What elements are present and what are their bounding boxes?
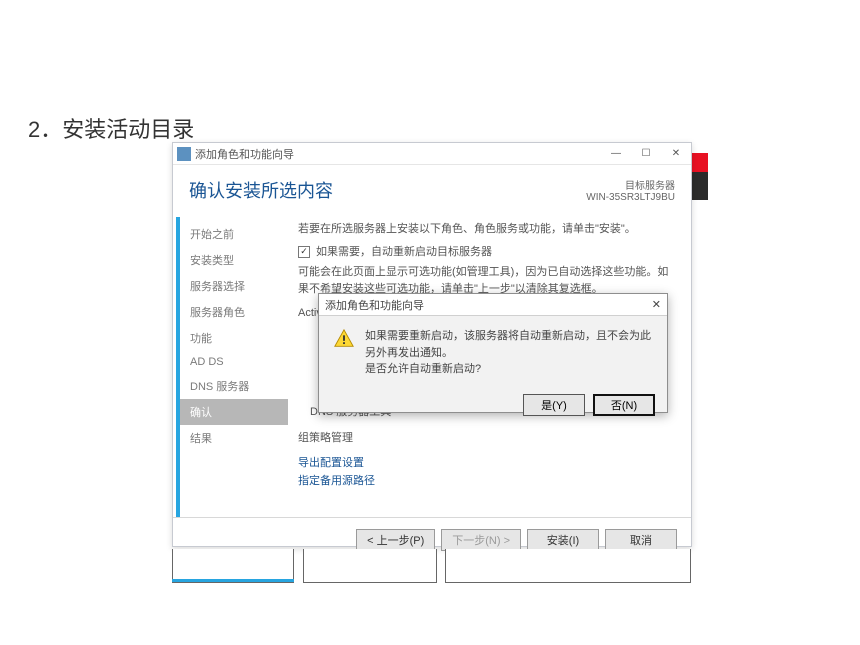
sidebar-item-server-roles[interactable]: 服务器角色 — [180, 299, 288, 325]
lower-panel-mid — [303, 549, 437, 583]
server-name: WIN-35SR3LTJ9BU — [586, 192, 675, 203]
background-close-button — [690, 153, 708, 173]
dialog-title: 添加角色和功能向导 — [325, 297, 424, 313]
window-control-group: — ☐ ✕ — [601, 143, 691, 165]
app-icon — [177, 147, 191, 161]
feature-gpo: 组策略管理 — [298, 430, 673, 447]
sidebar-item-server-selection[interactable]: 服务器选择 — [180, 273, 288, 299]
wizard-sidebar: 开始之前 安装类型 服务器选择 服务器角色 功能 AD DS DNS 服务器 确… — [176, 217, 288, 517]
install-button[interactable]: 安装(I) — [527, 529, 599, 551]
alt-source-link[interactable]: 指定备用源路径 — [298, 473, 673, 490]
dialog-message-line2: 是否允许自动重新启动? — [365, 363, 481, 375]
yes-button[interactable]: 是(Y) — [523, 394, 585, 416]
sidebar-item-dns[interactable]: DNS 服务器 — [180, 373, 288, 399]
sidebar-item-features[interactable]: 功能 — [180, 325, 288, 351]
restart-checkbox-label: 如果需要，自动重新启动目标服务器 — [316, 244, 492, 261]
window-title: 添加角色和功能向导 — [195, 146, 294, 162]
close-button[interactable]: ✕ — [661, 143, 691, 165]
sidebar-item-ad-ds[interactable]: AD DS — [180, 351, 288, 373]
restart-checkbox[interactable]: ✓ — [298, 246, 310, 258]
warning-icon — [333, 328, 355, 350]
no-button[interactable]: 否(N) — [593, 394, 655, 416]
lower-panel-right-text — [451, 552, 555, 568]
titlebar: 添加角色和功能向导 — ☐ ✕ — [173, 143, 691, 165]
restart-checkbox-row: ✓ 如果需要，自动重新启动目标服务器 — [298, 244, 673, 261]
dialog-message-line1: 如果需要重新启动，该服务器将自动重新启动，且不会为此另外再发出通知。 — [365, 330, 651, 359]
page-title: 确认安装所选内容 — [189, 177, 333, 203]
lower-panel-left-inset — [177, 552, 196, 571]
next-button: 下一步(N) > — [441, 529, 521, 551]
server-info: 目标服务器 WIN-35SR3LTJ9BU — [586, 177, 675, 203]
lower-panel-accent — [172, 579, 294, 582]
cancel-button[interactable]: 取消 — [605, 529, 677, 551]
dialog-footer: 是(Y) 否(N) — [319, 388, 667, 426]
restart-confirm-dialog: 添加角色和功能向导 ✕ 如果需要重新启动，该服务器将自动重新启动，且不会为此另外… — [318, 293, 668, 413]
minimize-button[interactable]: — — [601, 143, 631, 165]
sidebar-item-results[interactable]: 结果 — [180, 425, 288, 451]
sidebar-item-before-begin[interactable]: 开始之前 — [180, 221, 288, 247]
dialog-body: 如果需要重新启动，该服务器将自动重新启动，且不会为此另外再发出通知。 是否允许自… — [319, 316, 667, 388]
dialog-close-button[interactable]: ✕ — [652, 298, 661, 311]
instruction-text: 若要在所选服务器上安装以下角色、角色服务或功能，请单击"安装"。 — [298, 221, 673, 238]
maximize-button[interactable]: ☐ — [631, 143, 661, 165]
sidebar-item-install-type[interactable]: 安装类型 — [180, 247, 288, 273]
dialog-message: 如果需要重新启动，该服务器将自动重新启动，且不会为此另外再发出通知。 是否允许自… — [365, 328, 653, 378]
sidebar-item-confirmation[interactable]: 确认 — [180, 399, 288, 425]
dialog-titlebar: 添加角色和功能向导 ✕ — [319, 294, 667, 316]
wizard-header: 确认安装所选内容 目标服务器 WIN-35SR3LTJ9BU — [173, 165, 691, 217]
export-config-link[interactable]: 导出配置设置 — [298, 455, 673, 472]
previous-button[interactable]: < 上一步(P) — [356, 529, 435, 551]
links-area: 导出配置设置 指定备用源路径 — [298, 455, 673, 490]
background-window-fragment — [690, 172, 708, 200]
server-label: 目标服务器 — [586, 177, 675, 192]
doc-heading: 2．安装活动目录 — [28, 112, 194, 144]
